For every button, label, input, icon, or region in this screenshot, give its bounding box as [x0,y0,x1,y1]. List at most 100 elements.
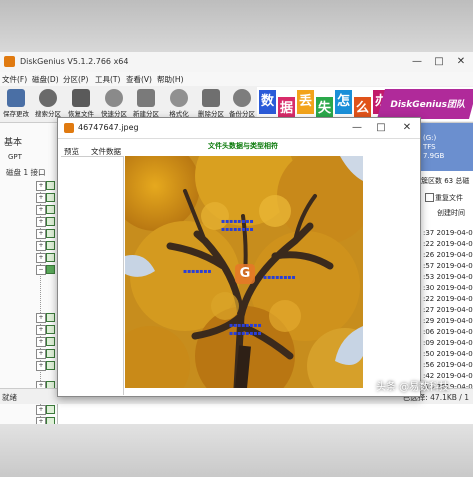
top-blur-area [0,0,473,52]
tree-checkbox[interactable] [46,417,55,424]
tree-checkbox[interactable] [46,325,55,334]
overlay-text: ▪▪▪▪▪▪▪▪ [229,322,262,329]
overlay-text: ▪▪▪▪▪▪▪▪ [263,274,296,281]
title-bar: DiskGenius V5.1.2.766 x64 — □ ✕ [0,52,473,73]
app-icon [4,56,15,67]
tree-checkbox[interactable] [46,193,55,202]
format-button[interactable]: 格式化 [164,88,194,120]
tree-expand-toggle[interactable]: + [36,253,46,263]
menu-view[interactable]: 查看(V) [126,74,152,85]
tree-expand-toggle[interactable]: + [36,241,46,251]
list-item[interactable]: :22 2019-04-0 [423,295,473,303]
tree-expand-toggle[interactable]: + [36,361,46,371]
status-text: 就绪 [2,393,17,402]
overlay-text: ▪▪▪▪▪▪▪▪ [229,330,262,337]
dialog-minimize-button[interactable]: — [348,120,366,136]
menu-tools[interactable]: 工具(T) [95,74,120,85]
tree-checkbox[interactable] [46,181,55,190]
list-item[interactable]: :56 2019-04-0 [423,361,473,369]
bottom-blur-area [0,424,473,477]
banner-char-5: 怎 [335,90,352,114]
tree-checkbox[interactable] [46,205,55,214]
delete-partition-button[interactable]: 删除分区 [196,88,226,120]
list-item[interactable]: :26 2019-04-0 [423,251,473,259]
menu-help[interactable]: 帮助(H) [157,74,184,85]
tree-checkbox[interactable] [46,217,55,226]
tree-checkbox[interactable] [46,265,55,274]
list-item[interactable]: :09 2019-04-0 [423,339,473,347]
list-item[interactable]: :50 2019-04-0 [423,350,473,358]
dialog-maximize-button[interactable]: □ [372,120,390,136]
tree-expand-toggle[interactable]: + [36,181,46,191]
tree-expand-toggle[interactable]: + [36,325,46,335]
duplicate-files-label: 重复文件 [435,194,463,202]
close-button[interactable]: ✕ [451,54,471,70]
search-icon [39,89,57,107]
disk-interface-label: 磁盘 1 接口 [6,168,46,177]
disk-icon [105,89,123,107]
trash-icon [202,89,220,107]
list-item[interactable]: :30 2019-04-0 [423,284,473,292]
recover-files-button[interactable]: 恢复文件 [66,88,96,120]
dialog-app-icon [64,123,74,133]
save-icon [7,89,25,107]
list-item[interactable]: :29 2019-04-0 [423,317,473,325]
tree-expand-toggle[interactable]: − [36,265,46,275]
file-header-check-text: 文件头数据与类型相符 [208,142,278,150]
banner-char-1: 数 [259,90,276,114]
tree-expand-toggle[interactable]: + [36,349,46,359]
menu-bar: 文件(F) 磁盘(D) 分区(P) 工具(T) 查看(V) 帮助(H) [0,72,473,86]
list-item[interactable]: :37 2019-04-0 [423,229,473,237]
backup-partition-button[interactable]: 备份分区 [227,88,257,120]
partition-fs-label: TFS [423,143,436,151]
overlay-text: ▪▪▪▪▪▪▪▪ [221,226,254,233]
quick-partition-button[interactable]: 快速分区 [99,88,129,120]
tree-checkbox[interactable] [46,405,55,414]
menu-partition[interactable]: 分区(P) [63,74,88,85]
tree-checkbox[interactable] [46,313,55,322]
created-time-column-header[interactable]: 创建时间 [437,208,465,218]
diskgenius-logo-icon: G [235,264,255,284]
diskgenius-window: DiskGenius V5.1.2.766 x64 — □ ✕ 文件(F) 磁盘… [0,52,473,424]
tree-checkbox[interactable] [46,361,55,370]
tree-checkbox[interactable] [46,337,55,346]
list-item[interactable]: :27 2019-04-0 [423,306,473,314]
menu-disk[interactable]: 磁盘(D) [32,74,59,85]
tree-expand-toggle[interactable]: + [36,313,46,323]
watermark-text: 头条 @易数科技 [376,382,450,393]
tree-expand-toggle[interactable]: + [36,229,46,239]
list-item[interactable]: :22 2019-04-0 [423,240,473,248]
duplicate-files-checkbox[interactable] [425,193,434,202]
preview-sidebar [61,156,124,395]
tree-expand-toggle[interactable]: + [36,337,46,347]
promo-banner[interactable]: 数 据 丢 失 怎 么 办 DiskGenius团队 [257,87,473,121]
tree-checkbox[interactable] [46,241,55,250]
tree-checkbox[interactable] [46,253,55,262]
new-partition-icon [137,89,155,107]
overlay-text: ▪▪▪▪▪▪▪▪ [221,218,254,225]
list-item[interactable]: :53 2019-04-0 [423,273,473,281]
tree-expand-toggle[interactable]: + [36,217,46,227]
list-item[interactable]: :57 2019-04-0 [423,262,473,270]
dialog-title-bar: 46747647.jpeg — □ ✕ [58,118,420,139]
dialog-title: 46747647.jpeg [78,123,139,132]
tree-expand-toggle[interactable]: + [36,405,46,415]
tree-checkbox[interactable] [46,349,55,358]
tree-expand-toggle[interactable]: + [36,205,46,215]
menu-file[interactable]: 文件(F) [2,74,27,85]
save-changes-button[interactable]: 保存更改 [1,88,31,120]
tree-checkbox[interactable] [46,229,55,238]
dialog-close-button[interactable]: ✕ [398,120,416,136]
new-partition-button[interactable]: 新建分区 [131,88,161,120]
maximize-button[interactable]: □ [429,54,449,70]
search-partition-button[interactable]: 搜索分区 [33,88,63,120]
banner-char-3: 丢 [297,90,314,114]
partition-drive-label: (G:) [423,134,437,142]
tree-expand-toggle[interactable]: + [36,193,46,203]
window-title: DiskGenius V5.1.2.766 x64 [20,57,129,66]
tree-expand-toggle[interactable]: + [36,417,46,424]
image-preview: G ▪▪▪▪▪▪▪▪ ▪▪▪▪▪▪▪▪ ▪▪▪▪▪▪▪ ▪▪▪▪▪▪▪▪ ▪▪▪… [125,156,363,388]
partition-size-label: 7.9GB [423,152,445,160]
list-item[interactable]: :06 2019-04-0 [423,328,473,336]
minimize-button[interactable]: — [407,54,427,70]
